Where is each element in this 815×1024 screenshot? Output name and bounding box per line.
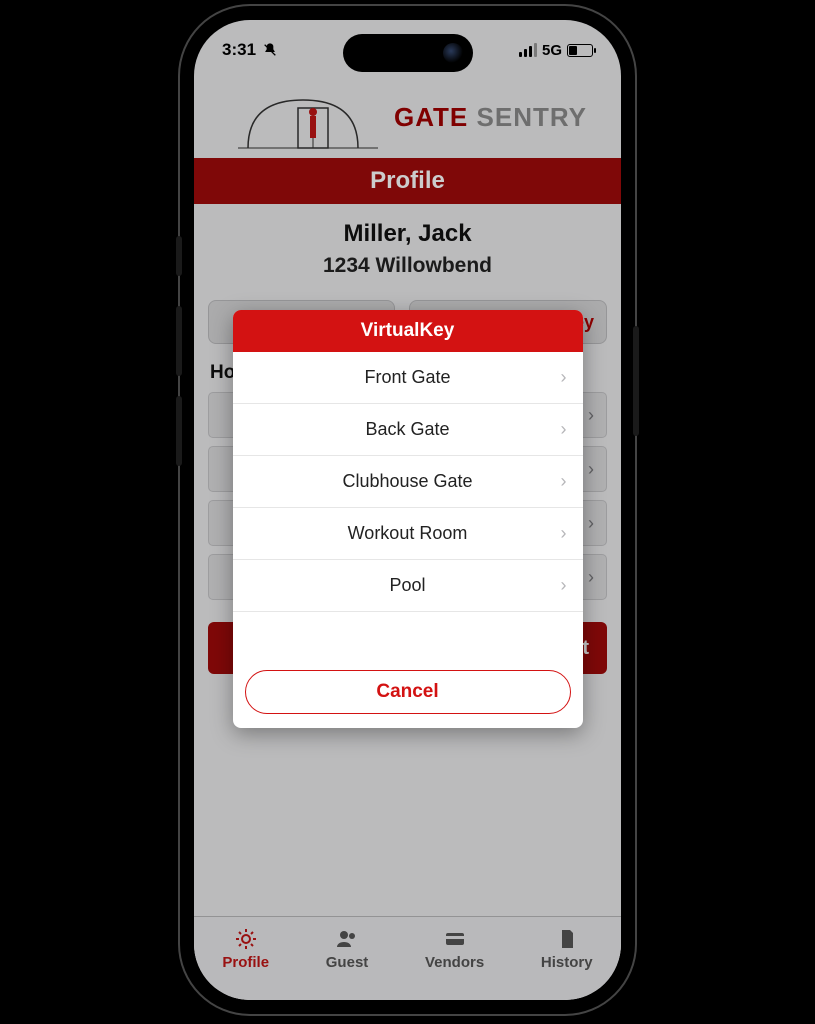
virtualkey-option-workout-room[interactable]: Workout Room › [233,508,583,560]
cancel-label: Cancel [376,681,438,703]
option-label: Clubhouse Gate [342,471,472,492]
chevron-right-icon: › [561,575,567,596]
chevron-right-icon: › [561,419,567,440]
modal-title: VirtualKey [233,310,583,352]
phone-side-button [176,236,182,276]
chevron-right-icon: › [561,471,567,492]
option-label: Pool [389,575,425,596]
option-label: Workout Room [348,523,468,544]
chevron-right-icon: › [561,523,567,544]
phone-frame: 3:31 5G GATE [180,6,635,1014]
virtualkey-modal: VirtualKey Front Gate › Back Gate › Club… [233,310,583,728]
phone-side-button [176,306,182,376]
virtualkey-option-pool[interactable]: Pool › [233,560,583,612]
virtualkey-option-front-gate[interactable]: Front Gate › [233,352,583,404]
virtualkey-option-clubhouse-gate[interactable]: Clubhouse Gate › [233,456,583,508]
dynamic-island [343,34,473,72]
option-label: Back Gate [365,419,449,440]
virtualkey-option-back-gate[interactable]: Back Gate › [233,404,583,456]
chevron-right-icon: › [561,367,567,388]
phone-side-button [176,396,182,466]
phone-side-button [633,326,639,436]
screen: 3:31 5G GATE [194,20,621,1000]
option-label: Front Gate [364,367,450,388]
cancel-button[interactable]: Cancel [245,670,571,714]
modal-spacer [233,612,583,660]
